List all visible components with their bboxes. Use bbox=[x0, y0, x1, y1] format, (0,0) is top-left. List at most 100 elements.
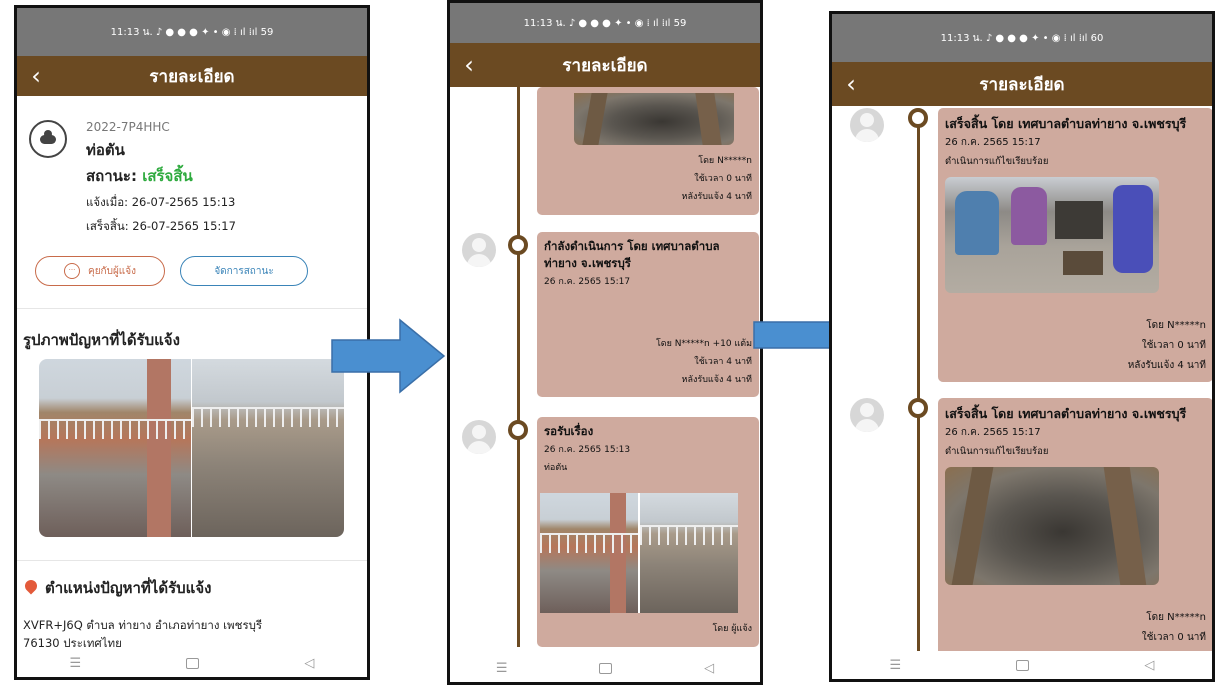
status-bar: 11:13 น. ♪ ● ● ● ✦ • ◉ ⁞ ıl ⁞ıl 60 bbox=[832, 14, 1212, 62]
card-date: 26 ก.ค. 2565 15:13 bbox=[544, 445, 631, 455]
card-photo-1[interactable] bbox=[540, 493, 638, 613]
timeline-dot bbox=[908, 398, 928, 418]
card-photo[interactable] bbox=[945, 467, 1159, 585]
system-back-button[interactable]: ◁ bbox=[304, 656, 314, 671]
system-nav-bar: ☰ ◁ bbox=[450, 654, 760, 682]
status-value: เสร็จสิ้น bbox=[142, 167, 193, 185]
timeline-dot bbox=[508, 420, 528, 440]
address-line-1: XVFR+J6Q ตำบล ท่ายาง อำเภอท่ายาง เพชรบุร… bbox=[23, 618, 263, 632]
card-heading: กำลังดำเนินการ โดย เทศบาลตำบลท่ายาง จ.เพ… bbox=[544, 239, 720, 270]
card-by: โดย N*****n bbox=[1146, 320, 1206, 331]
timeline-dot bbox=[508, 235, 528, 255]
card-took: ใช้เวลา 0 นาที bbox=[1141, 340, 1206, 351]
page-title: รายละเอียด bbox=[149, 66, 235, 87]
card-after: หลังรับแจ้ง 4 นาที bbox=[681, 192, 752, 202]
card-by: โดย ผู้แจ้ง bbox=[712, 624, 752, 634]
chat-with-reporter-button[interactable]: ··· คุยกับผู้แจ้ง bbox=[35, 256, 165, 286]
card-description: ท่อตัน bbox=[544, 463, 568, 473]
manage-status-button[interactable]: จัดการสถานะ bbox=[180, 256, 308, 286]
card-by: โดย N*****n +10 แต้ม bbox=[655, 339, 752, 349]
flow-arrow-icon bbox=[331, 318, 446, 394]
back-button[interactable]: ‹ bbox=[832, 72, 870, 96]
page-title: รายละเอียด bbox=[979, 74, 1065, 95]
issue-photo-2[interactable] bbox=[192, 359, 344, 537]
issue-photo-1[interactable] bbox=[39, 359, 191, 537]
category-icon bbox=[29, 120, 67, 158]
location-section-title: ตำแหน่งปัญหาที่ได้รับแจ้ง bbox=[45, 579, 212, 597]
timeline-content: โดย N*****n ใช้เวลา 0 นาที หลังรับแจ้ง 4… bbox=[450, 87, 760, 654]
card-by: โดย N*****n bbox=[1146, 612, 1206, 623]
timeline-line bbox=[517, 87, 520, 647]
system-back-button[interactable]: ◁ bbox=[704, 661, 714, 676]
status-bar-text: 11:13 น. ♪ ● ● ● ✦ • ◉ ⁞ ıl ⁞ıl 59 bbox=[110, 26, 274, 38]
card-took: ใช้เวลา 4 นาที bbox=[694, 357, 752, 367]
back-button[interactable]: ‹ bbox=[17, 64, 55, 88]
timeline-dot bbox=[908, 108, 928, 128]
back-button[interactable]: ‹ bbox=[450, 53, 488, 77]
address-line-2: 76130 ประเทศไทย bbox=[23, 636, 122, 649]
card-photo-2[interactable] bbox=[640, 493, 738, 613]
home-button[interactable] bbox=[1016, 659, 1030, 671]
card-photo[interactable] bbox=[574, 93, 734, 145]
recents-button[interactable]: ☰ bbox=[70, 656, 82, 671]
system-back-button[interactable]: ◁ bbox=[1144, 658, 1154, 673]
timeline-content: เสร็จสิ้น โดย เทศบาลตำบลท่ายาง จ.เพชรบุร… bbox=[832, 106, 1212, 651]
timeline-card-progress: กำลังดำเนินการ โดย เทศบาลตำบลท่ายาง จ.เพ… bbox=[537, 232, 759, 397]
status-label: สถานะ: bbox=[86, 167, 143, 185]
card-took: ใช้เวลา 0 นาที bbox=[694, 174, 752, 184]
timeline-card-done-1: เสร็จสิ้น โดย เทศบาลตำบลท่ายาง จ.เพชรบุร… bbox=[938, 108, 1212, 382]
page-title: รายละเอียด bbox=[562, 55, 648, 76]
card-photo[interactable] bbox=[945, 177, 1159, 293]
system-nav-bar: ☰ ◁ bbox=[832, 651, 1212, 679]
card-date: 26 ก.ค. 2565 15:17 bbox=[945, 137, 1041, 148]
timeline-card-done-2: เสร็จสิ้น โดย เทศบาลตำบลท่ายาง จ.เพชรบุร… bbox=[938, 398, 1212, 651]
recents-button[interactable]: ☰ bbox=[496, 661, 508, 676]
app-bar: ‹ รายละเอียด bbox=[832, 62, 1212, 106]
user-avatar bbox=[850, 108, 884, 142]
card-description: ดำเนินการแก้ไขเรียบร้อย bbox=[945, 446, 1049, 457]
issue-category: ท่อตัน bbox=[86, 141, 125, 159]
chat-button-label: คุยกับผู้แจ้ง bbox=[88, 265, 136, 277]
timeline-line bbox=[917, 126, 920, 651]
home-button[interactable] bbox=[599, 662, 613, 674]
divider bbox=[17, 308, 367, 309]
card-after: หลังรับแจ้ง 4 นาที bbox=[681, 375, 752, 385]
card-heading: เสร็จสิ้น โดย เทศบาลตำบลท่ายาง จ.เพชรบุร… bbox=[945, 116, 1187, 131]
user-avatar bbox=[462, 233, 496, 267]
manage-button-label: จัดการสถานะ bbox=[214, 265, 274, 277]
app-bar: ‹ รายละเอียด bbox=[450, 43, 760, 87]
card-description: ดำเนินการแก้ไขเรียบร้อย bbox=[945, 156, 1049, 167]
phone-timeline-screen: 11:13 น. ♪ ● ● ● ✦ • ◉ ⁞ ıl ⁞ıl 59 ‹ ราย… bbox=[447, 0, 763, 685]
timeline-card-waiting: รอรับเรื่อง 26 ก.ค. 2565 15:13 ท่อตัน โด… bbox=[537, 417, 759, 647]
issue-id: 2022-7P4HHC bbox=[86, 120, 170, 134]
detail-content: 2022-7P4HHC ท่อตัน สถานะ: เสร็จสิ้น แจ้ง… bbox=[17, 96, 367, 649]
timeline-card-top: โดย N*****n ใช้เวลา 0 นาที หลังรับแจ้ง 4… bbox=[537, 87, 759, 215]
phone-detail-screen: 11:13 น. ♪ ● ● ● ✦ • ◉ ⁞ ıl ⁞ıl 59 ‹ ราย… bbox=[14, 5, 370, 680]
status-bar-text: 11:13 น. ♪ ● ● ● ✦ • ◉ ⁞ ıl ⁞ıl 59 bbox=[523, 17, 687, 29]
divider bbox=[17, 560, 367, 561]
photos-section-title: รูปภาพปัญหาที่ได้รับแจ้ง bbox=[23, 331, 180, 349]
recents-button[interactable]: ☰ bbox=[890, 658, 902, 673]
status-bar: 11:13 น. ♪ ● ● ● ✦ • ◉ ⁞ ıl ⁞ıl 59 bbox=[450, 3, 760, 43]
user-avatar bbox=[462, 420, 496, 454]
location-pin-icon bbox=[22, 577, 40, 595]
reported-time: แจ้งเมื่อ: 26-07-2565 15:13 bbox=[86, 195, 236, 209]
status-bar: 11:13 น. ♪ ● ● ● ✦ • ◉ ⁞ ıl ⁞ıl 59 bbox=[17, 8, 367, 56]
issue-summary: 2022-7P4HHC ท่อตัน สถานะ: เสร็จสิ้น แจ้ง… bbox=[17, 96, 367, 296]
phone-timeline-screen-2: 11:13 น. ♪ ● ● ● ✦ • ◉ ⁞ ıl ⁞ıl 60 ‹ ราย… bbox=[829, 11, 1215, 682]
card-took: ใช้เวลา 0 นาที bbox=[1141, 632, 1206, 643]
finished-time: เสร็จสิ้น: 26-07-2565 15:17 bbox=[86, 219, 236, 233]
app-bar: ‹ รายละเอียด bbox=[17, 56, 367, 96]
home-button[interactable] bbox=[186, 657, 200, 669]
issue-photos[interactable] bbox=[39, 359, 344, 537]
status-bar-text: 11:13 น. ♪ ● ● ● ✦ • ◉ ⁞ ıl ⁞ıl 60 bbox=[940, 32, 1104, 44]
system-nav-bar: ☰ ◁ bbox=[17, 649, 367, 677]
card-heading: เสร็จสิ้น โดย เทศบาลตำบลท่ายาง จ.เพชรบุร… bbox=[945, 406, 1187, 421]
card-date: 26 ก.ค. 2565 15:17 bbox=[544, 277, 631, 287]
card-date: 26 ก.ค. 2565 15:17 bbox=[945, 427, 1041, 438]
card-after: หลังรับแจ้ง 4 นาที bbox=[1127, 360, 1206, 371]
chat-icon: ··· bbox=[64, 263, 80, 279]
card-heading: รอรับเรื่อง bbox=[544, 424, 594, 438]
user-avatar bbox=[850, 398, 884, 432]
card-by: โดย N*****n bbox=[698, 156, 752, 166]
